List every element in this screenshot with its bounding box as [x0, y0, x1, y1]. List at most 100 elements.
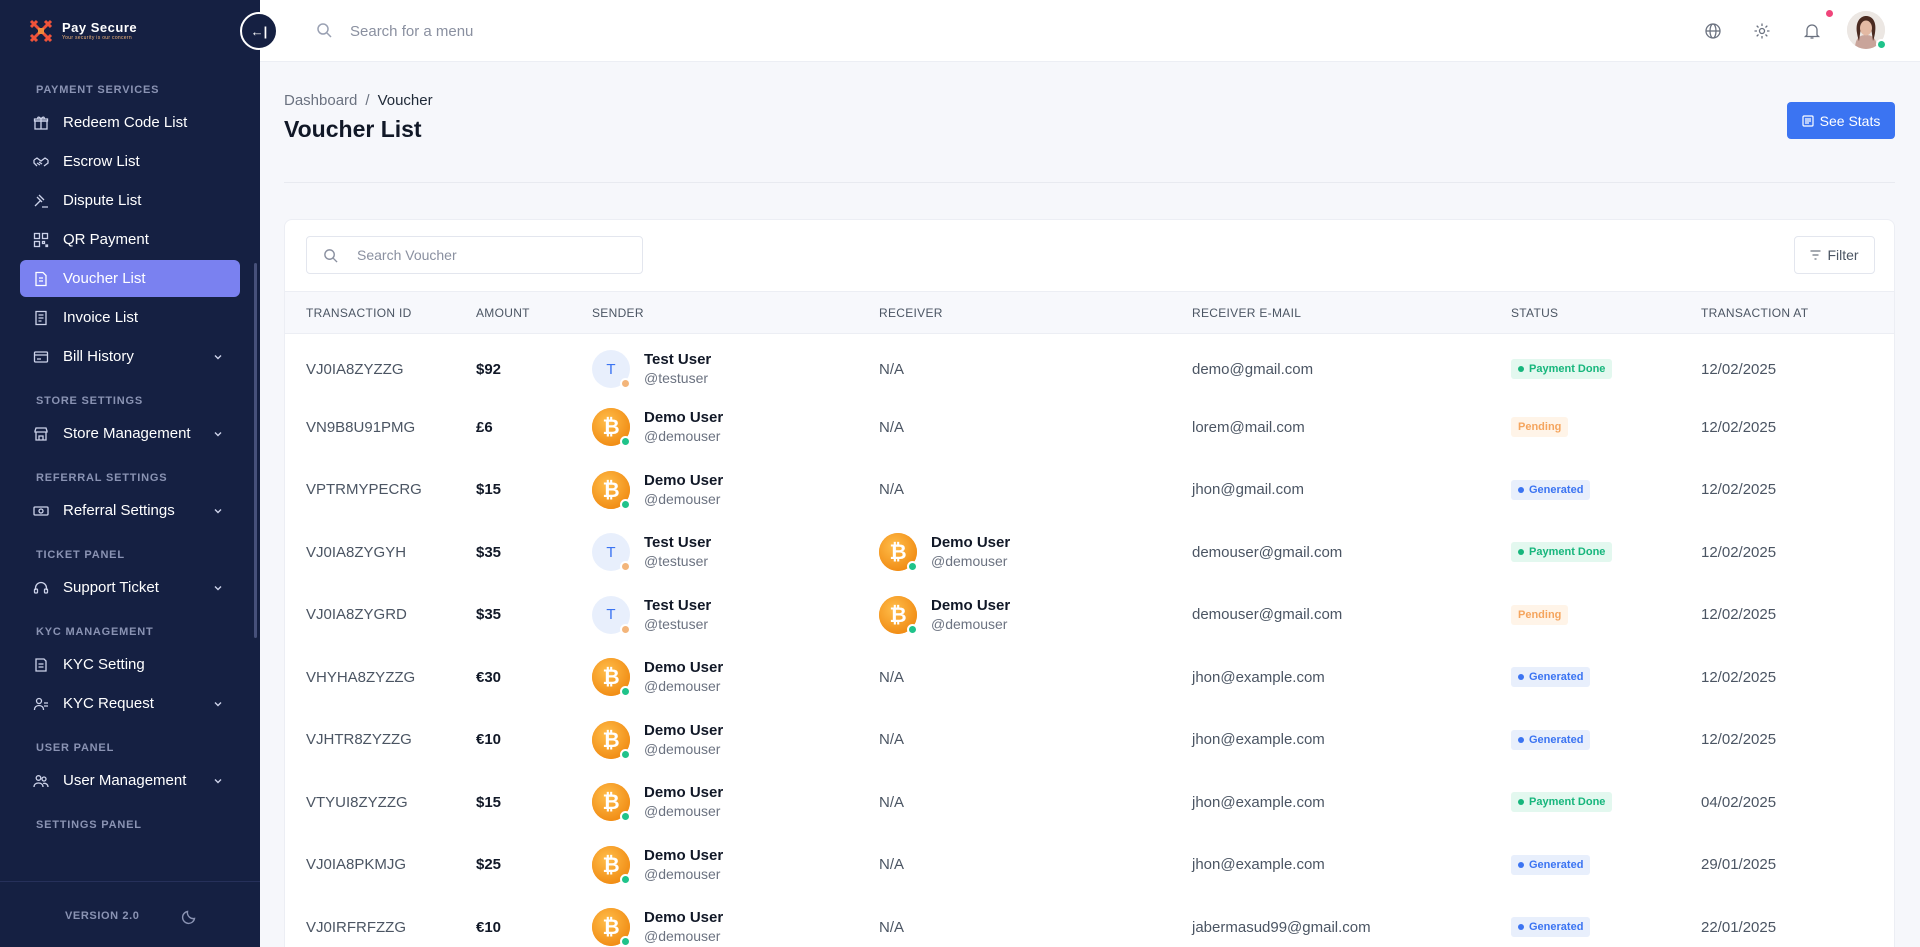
bell-icon[interactable]: [1803, 22, 1821, 40]
user-cell[interactable]: T Test User @testuser: [592, 350, 879, 389]
status-cell: Pending: [1511, 396, 1701, 459]
user-cell[interactable]: ₿ Demo User @demouser: [592, 658, 879, 698]
user-text: Demo User @demouser: [931, 597, 1010, 633]
user-cell[interactable]: ₿ Demo User @demouser: [592, 408, 879, 448]
sidebar-item-dispute-list[interactable]: Dispute List: [20, 182, 240, 219]
bitcoin-avatar-icon: ₿: [592, 845, 631, 885]
table-row[interactable]: VPTRMYPECRG $15 ₿ Demo User @demouser N/A jhon…: [285, 459, 1894, 522]
sidebar-item-user-management[interactable]: User Management: [20, 762, 240, 799]
transaction-id-cell: VJ0IA8PKMJG: [306, 856, 407, 874]
user-name: Demo User: [644, 471, 724, 489]
svg-text:₿: ₿: [602, 728, 619, 752]
user-cell[interactable]: ₿ Demo User @demouser: [879, 533, 1192, 573]
amount-cell: $15: [476, 793, 502, 811]
sidebar-item-label: User Management: [63, 772, 187, 789]
sidebar-item-support-ticket[interactable]: Support Ticket: [20, 569, 240, 606]
brand-logo[interactable]: Pay Secure Your security is our concern: [28, 18, 137, 44]
voucher-search-box: [306, 236, 643, 274]
table-row[interactable]: VN9B8U91PMG £6 ₿ Demo User @demouser N/A lorem…: [285, 396, 1894, 459]
table-row[interactable]: VJ0IA8ZYGYH $35 T Test User @testuser ₿ Demo U…: [285, 521, 1894, 584]
user-cell[interactable]: ₿ Demo User @demouser: [879, 595, 1192, 635]
nav-section-title: SETTINGS PANEL: [36, 819, 142, 831]
user-cell[interactable]: ₿ Demo User @demouser: [592, 470, 879, 510]
user-cell[interactable]: ₿ Demo User @demouser: [592, 908, 879, 947]
table-row[interactable]: VJ0IA8ZYGRD $35 T Test User @testuser ₿ Demo U…: [285, 584, 1894, 647]
user-cell[interactable]: ₿ Demo User @demouser: [592, 845, 879, 885]
chevron-down-icon[interactable]: [212, 350, 224, 362]
version-label: VERSION 2.0: [65, 910, 140, 922]
sidebar-scrollbar[interactable]: [254, 263, 257, 638]
table-header-row: TRANSACTION ID AMOUNT SENDER RECEIVER RECEIV…: [285, 291, 1894, 334]
breadcrumb: Dashboard / Voucher: [284, 92, 433, 109]
document-icon: [33, 657, 49, 673]
sidebar-item-invoice-list[interactable]: Invoice List: [20, 299, 240, 336]
sidebar-item-qr-payment[interactable]: QR Payment: [20, 221, 240, 258]
receiver-cell: N/A: [879, 418, 905, 436]
transaction-id-cell: VJ0IRFRFZZG: [306, 918, 406, 936]
transaction-at-cell: 12/02/2025: [1701, 606, 1777, 624]
breadcrumb-dashboard-link[interactable]: Dashboard: [284, 92, 357, 109]
sidebar-item-referral-settings[interactable]: Referral Settings: [20, 492, 240, 529]
status-cell: Payment Done: [1511, 334, 1701, 397]
chevron-down-icon[interactable]: [212, 774, 224, 786]
nav-section-title: REFERRAL SETTINGS: [36, 472, 168, 484]
status-badge: Generated: [1511, 854, 1591, 875]
menu-search-input[interactable]: [350, 14, 770, 48]
user-text: Test User @testuser: [644, 597, 711, 633]
table-row[interactable]: VTYUI8ZYZZG $15 ₿ Demo User @demouser N/A jhon…: [285, 771, 1894, 834]
user-cell[interactable]: ₿ Demo User @demouser: [592, 783, 879, 823]
status-badge: Payment Done: [1511, 542, 1613, 563]
transaction-id-cell: VJ0IA8ZYGYH: [306, 543, 407, 561]
bitcoin-avatar-icon: ₿: [592, 658, 631, 698]
qr-icon: [33, 232, 49, 248]
chevron-down-icon[interactable]: [212, 697, 224, 709]
chevron-down-icon[interactable]: [212, 504, 224, 516]
sidebar-item-kyc-setting[interactable]: KYC Setting: [20, 646, 240, 683]
filter-button[interactable]: Filter: [1794, 236, 1875, 274]
chevron-down-icon[interactable]: [212, 581, 224, 593]
user-name: Demo User: [644, 909, 724, 927]
status-label: Generated: [1529, 858, 1584, 871]
table-row[interactable]: VJ0IRFRFZZG €10 ₿ Demo User @demouser N/A jabe…: [285, 896, 1894, 947]
chevron-down-icon[interactable]: [212, 427, 224, 439]
receiver-cell: N/A: [879, 856, 905, 874]
status-cell: Payment Done: [1511, 521, 1701, 584]
sidebar-collapse-button[interactable]: ←|: [240, 12, 278, 50]
table-row[interactable]: VHYHA8ZYZZG €30 ₿ Demo User @demouser N/A jhon…: [285, 646, 1894, 709]
column-header-receiver: RECEIVER: [879, 305, 943, 320]
voucher-search-input[interactable]: [357, 237, 637, 273]
table-row[interactable]: VJHTR8ZYZZG €10 ₿ Demo User @demouser N/A jhon…: [285, 709, 1894, 772]
sender-cell: ₿ Demo User @demouser: [592, 646, 879, 709]
sidebar-item-escrow-list[interactable]: Escrow List: [20, 143, 240, 180]
status-badge: Generated: [1511, 917, 1591, 938]
bitcoin-avatar-icon: ₿: [592, 908, 631, 947]
status-dot: [1518, 486, 1524, 493]
globe-icon[interactable]: [1704, 22, 1722, 40]
status-label: Generated: [1529, 921, 1584, 934]
gear-icon[interactable]: [1753, 22, 1771, 40]
sidebar-item-voucher-list[interactable]: Voucher List: [20, 260, 240, 297]
see-stats-button[interactable]: See Stats: [1787, 102, 1895, 139]
user-cell[interactable]: ₿ Demo User @demouser: [592, 720, 879, 760]
sidebar-item-store-management[interactable]: Store Management: [20, 415, 240, 452]
transaction-at-cell: 12/02/2025: [1701, 418, 1777, 436]
status-cell: Payment Done: [1511, 771, 1701, 834]
sidebar-item-label: Store Management: [63, 425, 191, 442]
user-cell[interactable]: T Test User @testuser: [592, 595, 879, 635]
user-handle: @testuser: [644, 370, 709, 386]
table-row[interactable]: VJ0IA8PKMJG $25 ₿ Demo User @demouser N/A jhon…: [285, 834, 1894, 897]
user-name: Demo User: [644, 846, 724, 864]
table-row[interactable]: VJ0IA8ZYZZG $92 T Test User @testuser N/A demo…: [285, 334, 1894, 397]
receiver-email-cell: jhon@example.com: [1192, 793, 1325, 811]
moon-icon[interactable]: [181, 909, 197, 925]
user-text: Demo User @demouser: [644, 659, 723, 695]
sidebar-item-redeem-code-list[interactable]: Redeem Code List: [20, 104, 240, 141]
sidebar-item-kyc-request[interactable]: KYC Request: [20, 685, 240, 722]
brand-tagline: Your security is our concern: [62, 35, 132, 41]
sidebar-item-label: KYC Request: [63, 695, 154, 712]
user-cell[interactable]: T Test User @testuser: [592, 533, 879, 573]
bitcoin-avatar-icon: ₿: [879, 595, 918, 635]
bill-icon: [33, 349, 49, 365]
user-text: Demo User @demouser: [644, 784, 723, 820]
sidebar-item-bill-history[interactable]: Bill History: [20, 338, 240, 375]
